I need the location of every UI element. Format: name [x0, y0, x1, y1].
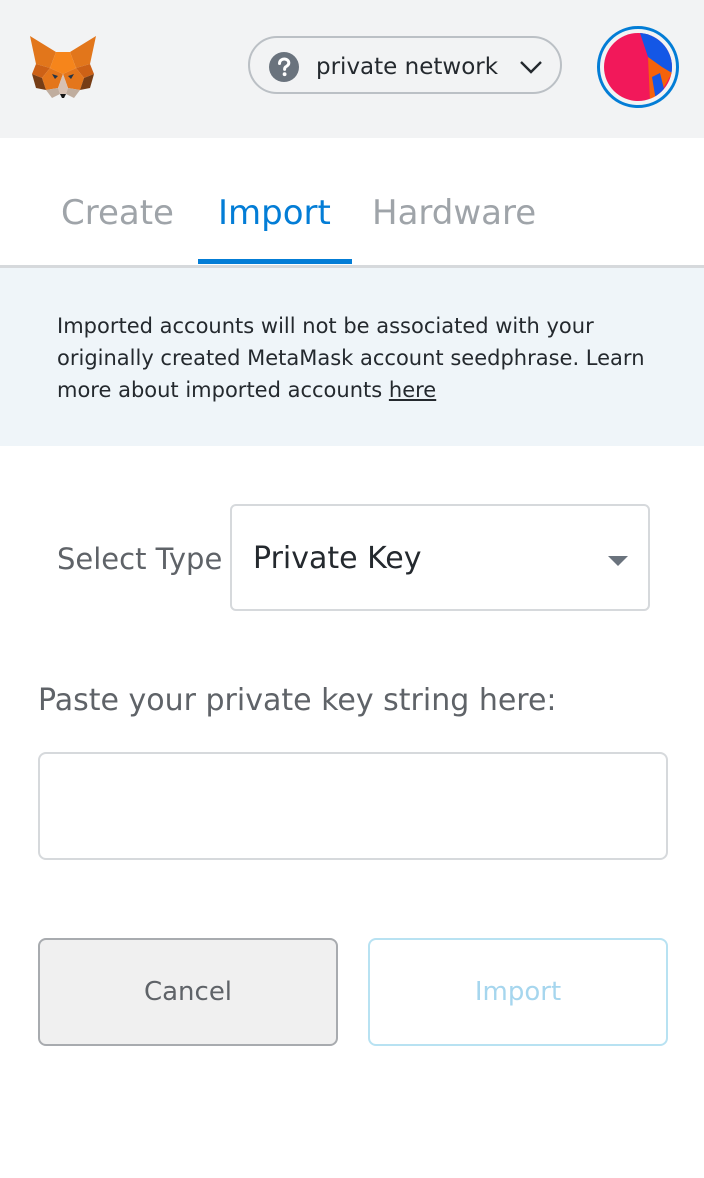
- notice-text: Imported accounts will not be associated…: [57, 310, 667, 406]
- private-key-label: Paste your private key string here:: [38, 683, 557, 718]
- network-dropdown[interactable]: private network: [248, 36, 562, 94]
- import-button[interactable]: Import: [368, 938, 668, 1046]
- metamask-fox-icon[interactable]: [28, 34, 98, 100]
- tab-hardware[interactable]: Hardware: [372, 193, 536, 233]
- app-header: private network: [0, 0, 704, 138]
- selected-type-value: Private Key: [253, 541, 422, 576]
- tab-import[interactable]: Import: [218, 193, 331, 233]
- learn-more-link[interactable]: here: [389, 378, 436, 402]
- question-circle-icon: [269, 52, 299, 82]
- notice-message: Imported accounts will not be associated…: [57, 314, 645, 402]
- private-key-input[interactable]: [38, 752, 668, 860]
- cancel-button[interactable]: Cancel: [38, 938, 338, 1046]
- chevron-down-icon: [520, 61, 542, 74]
- account-menu-button[interactable]: [597, 26, 679, 108]
- import-notice: Imported accounts will not be associated…: [0, 268, 704, 446]
- account-identicon: [604, 33, 672, 101]
- select-type-label: Select Type: [57, 542, 223, 576]
- import-type-select[interactable]: Private Key: [230, 504, 650, 611]
- import-tabs: Create Import Hardware: [0, 138, 704, 268]
- tab-create[interactable]: Create: [61, 193, 174, 233]
- caret-down-icon: [608, 556, 628, 566]
- active-tab-indicator: [198, 259, 352, 264]
- network-name: private network: [316, 54, 499, 80]
